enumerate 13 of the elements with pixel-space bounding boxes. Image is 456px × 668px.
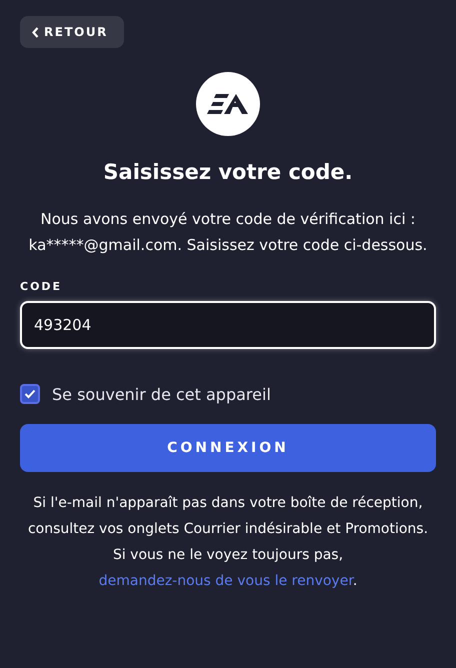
logo-icon	[196, 72, 260, 136]
chevron-left-icon	[32, 26, 39, 38]
code-label: CODE	[20, 280, 64, 293]
submit-button[interactable]: CONNEXION	[20, 424, 436, 472]
page-title: Saisissez votre code.	[102, 160, 354, 184]
help-text: Si l'e-mail n'apparaît pas dans votre boîte de réception, consultez vos onglets Courrier indésirable et Promotions. Si vous ne le voyez toujours pas, demandez-nous de vous le renvoyer.	[26, 494, 430, 591]
checkbox[interactable]	[20, 384, 40, 404]
check-icon	[24, 389, 36, 399]
resend-link[interactable]: demandez-nous de vous le renvoyer	[98, 573, 353, 589]
code-input-field[interactable]: 493204	[20, 301, 436, 349]
back-button[interactable]: RETOUR	[20, 16, 124, 48]
description-text: Nous avons envoyé votre code de vérification ici : ka*****@gmail.com. Saisissez votre code ci-dessous.	[28, 209, 428, 256]
checkbox-label: Se souvenir de cet appareil	[52, 384, 271, 404]
